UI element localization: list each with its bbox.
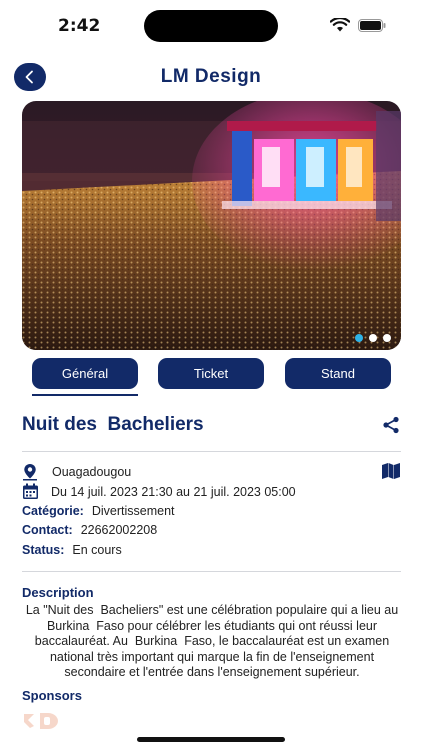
tab-selected-indicator xyxy=(32,394,138,396)
event-banner-carousel[interactable] xyxy=(22,101,401,350)
category-row: Catégorie: Divertissement xyxy=(22,504,175,518)
share-icon[interactable] xyxy=(382,416,400,434)
divider xyxy=(22,571,401,572)
status-time: 2:42 xyxy=(58,16,101,36)
event-title: Nuit des Bacheliers xyxy=(22,414,204,435)
concert-photo xyxy=(22,101,401,350)
tab-general[interactable]: Général xyxy=(32,358,138,389)
description-text: La "Nuit des Bacheliers" est une célébra… xyxy=(25,603,406,679)
contact-label: Contact: xyxy=(22,523,73,537)
battery-icon xyxy=(358,19,386,32)
contact-value[interactable]: 22662002208 xyxy=(81,523,157,537)
contact-row: Contact: 22662002208 xyxy=(22,523,157,537)
carousel-dots[interactable] xyxy=(355,334,391,342)
status-bar: 2:42 xyxy=(0,0,422,50)
divider xyxy=(22,451,401,452)
home-indicator xyxy=(137,737,285,742)
nav-header: LM Design xyxy=(0,58,422,98)
sponsor-logo[interactable] xyxy=(22,710,60,732)
location-pin-icon xyxy=(23,464,37,481)
dynamic-island xyxy=(144,10,278,42)
category-value: Divertissement xyxy=(91,504,175,518)
carousel-dot[interactable] xyxy=(383,334,391,342)
sponsors-heading: Sponsors xyxy=(22,688,82,703)
calendar-icon xyxy=(23,483,38,499)
date-range-text: Du 14 juil. 2023 21:30 au 21 juil. 2023 … xyxy=(51,484,296,499)
carousel-dot[interactable] xyxy=(369,334,377,342)
map-icon[interactable] xyxy=(382,463,400,479)
tab-ticket[interactable]: Ticket xyxy=(158,358,264,389)
date-row: Du 14 juil. 2023 21:30 au 21 juil. 2023 … xyxy=(22,483,296,500)
tab-bar: Général Ticket Stand xyxy=(0,358,422,398)
description-heading: Description xyxy=(22,585,94,600)
location-text: Ouagadougou xyxy=(52,465,132,479)
status-value: En cours xyxy=(72,543,122,557)
location-row: Ouagadougou xyxy=(22,463,131,481)
category-label: Catégorie: xyxy=(22,504,84,518)
carousel-dot-active[interactable] xyxy=(355,334,363,342)
tab-stand[interactable]: Stand xyxy=(285,358,391,389)
status-row: Status: En cours xyxy=(22,543,122,557)
status-label: Status: xyxy=(22,543,65,557)
page-title: LM Design xyxy=(160,66,262,87)
wifi-icon xyxy=(330,18,350,32)
